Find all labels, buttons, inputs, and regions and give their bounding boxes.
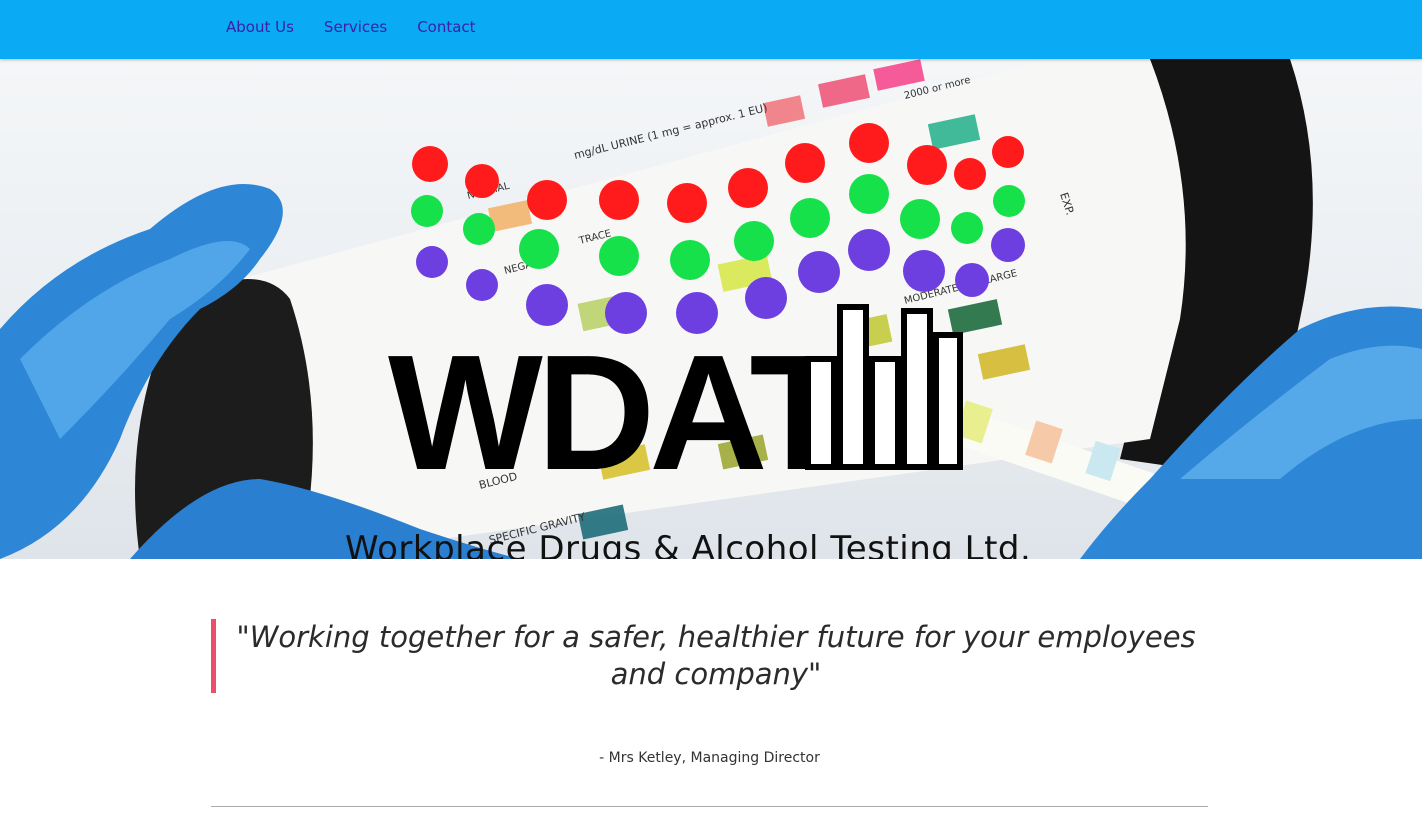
hero-tagline: Workplace Drugs & Alcohol Testing Ltd. [345,529,1032,559]
quote-text: "Working together for a safer, healthier… [236,620,1196,691]
nav-contact-link[interactable]: Contact [417,18,475,36]
quote-block: "Working together for a safer, healthier… [211,619,1213,693]
hero-banner: mg/dL URINE (1 mg = approx. 1 EU) 2000 o… [0,59,1422,559]
hero-background-image: mg/dL URINE (1 mg = approx. 1 EU) 2000 o… [0,59,1422,559]
nav-about-us-link[interactable]: About Us [226,18,294,36]
logo-text: WDAT [388,321,848,504]
nav-links: About Us Services Contact [226,18,476,36]
section-divider [211,806,1208,807]
nav-services-link[interactable]: Services [324,18,387,36]
top-navbar: About Us Services Contact [0,0,1422,59]
quote-author: - Mrs Ketley, Managing Director [599,750,820,766]
